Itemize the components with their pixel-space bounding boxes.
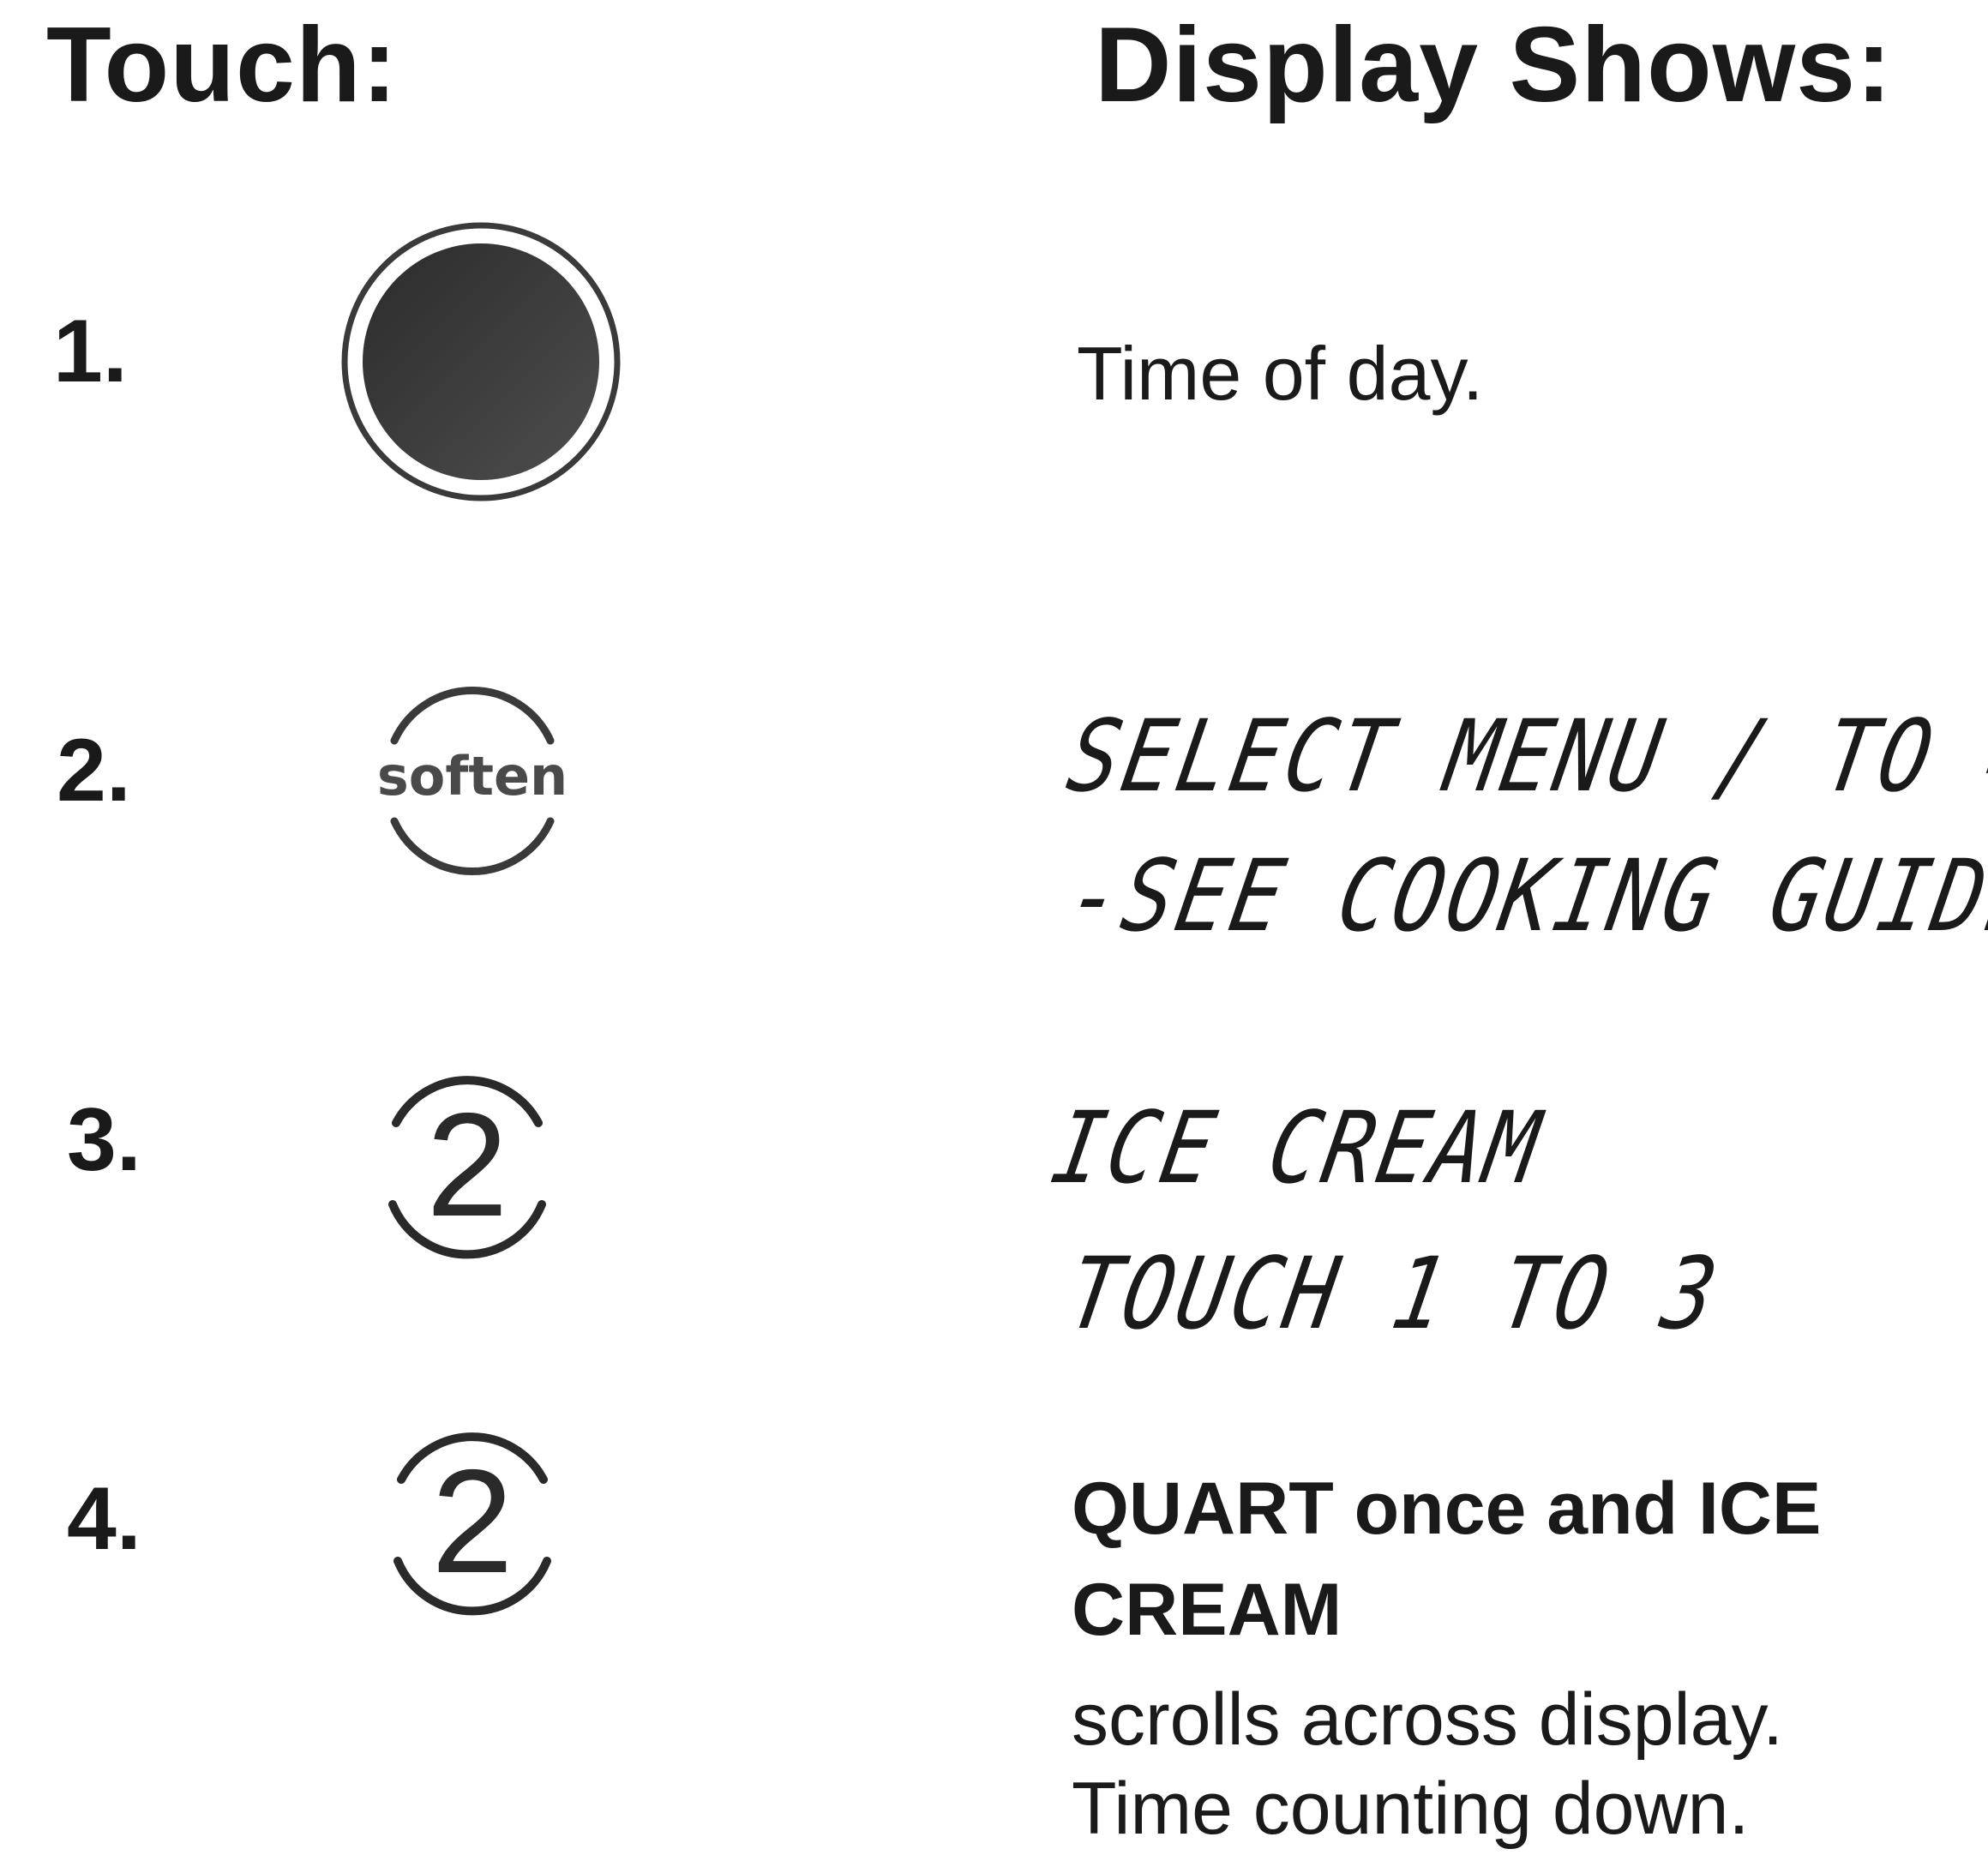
step-3-number: 3.: [67, 1090, 141, 1190]
step-4-number: 4.: [67, 1469, 141, 1569]
step-1-display-text: Time of day.: [1077, 331, 1484, 416]
soften-label: soften: [377, 745, 568, 807]
step-4-display-bold-line-2: CREAM: [1072, 1569, 1342, 1651]
step-4-display-plain-line-2: Time counting down.: [1072, 1768, 1750, 1850]
start-button-icon: [339, 220, 622, 507]
key-2-label: 2: [426, 1083, 508, 1247]
touch-header: Touch:: [46, 6, 399, 124]
step-3-display-line-1: ICE CREAM: [1043, 1090, 1551, 1207]
step-4-display-bold-line-1: QUART once and ICE: [1072, 1468, 1822, 1550]
soften-button-icon: soften: [365, 674, 580, 892]
number-2-key-icon: 2: [369, 1072, 566, 1273]
step-2-display-line-1: SELECT MENU / TO 4 -: [1059, 699, 1988, 815]
step-4-display-plain-line-1: scrolls across display.: [1072, 1678, 1783, 1761]
step-2-display-line-2: -SEE COOKING GUIDE: [1059, 838, 1988, 955]
number-2-key-icon: 2: [374, 1428, 571, 1630]
step-1-number: 1.: [53, 302, 128, 401]
display-shows-header: Display Shows:: [1095, 6, 1893, 124]
step-3-display-line-2: TOUCH 1 TO 3: [1059, 1236, 1728, 1353]
step-2-number: 2.: [57, 721, 131, 820]
key-2-label: 2: [431, 1439, 514, 1604]
